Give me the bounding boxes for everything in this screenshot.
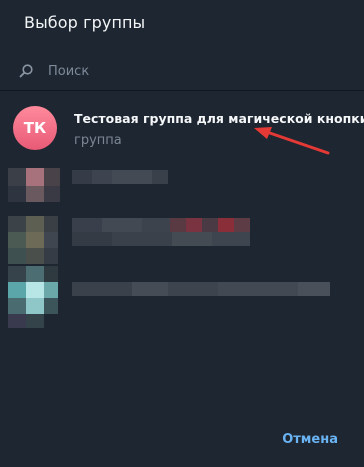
censored-list-item[interactable] (0, 168, 364, 202)
divider (0, 90, 364, 91)
search-bar[interactable] (0, 56, 364, 86)
cancel-button[interactable]: Отмена (282, 432, 338, 447)
censored-list-item[interactable] (0, 266, 364, 332)
search-input[interactable] (48, 61, 328, 81)
avatar: ТК (13, 106, 57, 150)
search-icon (19, 64, 33, 78)
red-arrow-icon (254, 127, 330, 155)
group-picker-dialog: Выбор группы ТК Тестовая группа для маги… (0, 0, 364, 467)
dialog-title: Выбор группы (24, 13, 146, 32)
group-subtitle: группа (74, 133, 122, 148)
